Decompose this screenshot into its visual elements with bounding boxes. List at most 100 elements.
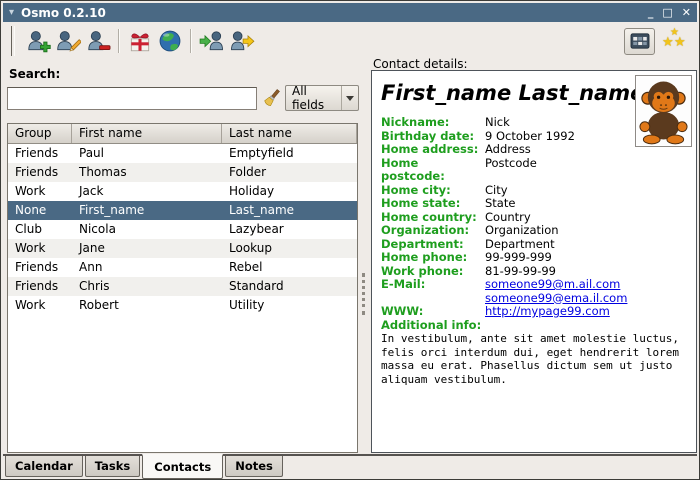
table-row[interactable]: FriendsThomasFolder — [8, 163, 357, 182]
search-input[interactable] — [7, 87, 257, 110]
detail-field-label: Home state: — [381, 197, 485, 211]
table-cell: Nicola — [72, 220, 222, 239]
contacts-table-body: FriendsPaulEmptyfieldFriendsThomasFolder… — [8, 144, 357, 315]
add-contact-button[interactable] — [23, 26, 53, 56]
detail-field-value: Country — [485, 211, 531, 225]
tab-calendar[interactable]: Calendar — [5, 456, 83, 477]
detail-field-label: Birthday date: — [381, 130, 485, 144]
detail-field-label: E-Mail: — [381, 278, 485, 305]
monkey-plush-photo — [637, 77, 690, 145]
chevron-down-icon — [341, 86, 358, 110]
table-cell: Holiday — [222, 182, 357, 201]
globe-icon — [157, 28, 183, 54]
detail-field: Home postcode:Postcode — [381, 157, 687, 184]
table-cell: Thomas — [72, 163, 222, 182]
detail-field-value: someone99@m.ail.comsomeone99@ema.il.com — [485, 278, 627, 305]
pane-splitter-grip[interactable] — [362, 273, 365, 315]
preferences-icon — [629, 32, 651, 50]
detail-field-value: 81-99-99-99 — [485, 265, 556, 279]
tab-contacts[interactable]: Contacts — [142, 454, 223, 479]
table-row[interactable]: FriendsAnnRebel — [8, 258, 357, 277]
remove-contact-button[interactable] — [83, 26, 113, 56]
table-cell: Club — [8, 220, 72, 239]
table-row[interactable]: FriendsChrisStandard — [8, 277, 357, 296]
additional-info-text: In vestibulum, ante sit amet molestie lu… — [381, 332, 687, 386]
column-header[interactable]: Group — [8, 124, 72, 143]
osmo-window: ▾ Osmo 0.2.10 _ □ ✕ — [0, 0, 700, 480]
detail-field: Organization:Organization — [381, 224, 687, 238]
table-cell: Jane — [72, 239, 222, 258]
table-cell: Work — [8, 182, 72, 201]
tab-tasks[interactable]: Tasks — [85, 456, 140, 477]
table-cell: Robert — [72, 296, 222, 315]
column-header[interactable]: First name — [72, 124, 222, 143]
search-mode-value: All fields — [286, 84, 341, 112]
window-menu-icon[interactable]: ▾ — [9, 7, 14, 18]
table-cell: First_name — [72, 201, 222, 220]
about-button[interactable]: ★ ★ ★ — [661, 28, 689, 55]
table-row[interactable]: WorkJaneLookup — [8, 239, 357, 258]
import-contacts-button[interactable] — [197, 26, 227, 56]
detail-field-label: Home city: — [381, 184, 485, 198]
toolbar-separator — [190, 29, 192, 53]
window-title: Osmo 0.2.10 — [21, 6, 106, 20]
table-cell: Emptyfield — [222, 144, 357, 163]
detail-field-label: Organization: — [381, 224, 485, 238]
edit-contact-button[interactable] — [53, 26, 83, 56]
table-cell: Folder — [222, 163, 357, 182]
table-cell: Lazybear — [222, 220, 357, 239]
brush-icon — [262, 89, 281, 108]
toolbar: ★ ★ ★ — [3, 24, 697, 58]
tab-bar: CalendarTasksContactsNotes — [3, 454, 697, 477]
detail-field-label: Work phone: — [381, 265, 485, 279]
detail-field: Home state:State — [381, 197, 687, 211]
table-row[interactable]: WorkJackHoliday — [8, 182, 357, 201]
add-contact-icon — [25, 28, 51, 54]
table-cell: None — [8, 201, 72, 220]
detail-field-label: Home address: — [381, 143, 485, 157]
toolbar-handle[interactable] — [11, 26, 15, 56]
table-row[interactable]: WorkRobertUtility — [8, 296, 357, 315]
contact-link[interactable]: someone99@m.ail.com — [485, 278, 627, 292]
clear-search-button[interactable] — [260, 86, 282, 110]
table-row[interactable]: FriendsPaulEmptyfield — [8, 144, 357, 163]
detail-field-label: Department: — [381, 238, 485, 252]
titlebar[interactable]: ▾ Osmo 0.2.10 _ □ ✕ — [3, 3, 697, 22]
table-cell: Lookup — [222, 239, 357, 258]
import-contacts-icon — [199, 28, 225, 54]
search-mode-select[interactable]: All fields — [285, 85, 359, 111]
detail-field: Work phone:81-99-99-99 — [381, 265, 687, 279]
preferences-button[interactable] — [624, 28, 655, 55]
table-cell: Friends — [8, 144, 72, 163]
contact-link[interactable]: someone99@ema.il.com — [485, 292, 627, 306]
tab-notes[interactable]: Notes — [225, 456, 283, 477]
table-row[interactable]: ClubNicolaLazybear — [8, 220, 357, 239]
detail-field-label: Home phone: — [381, 251, 485, 265]
remove-contact-icon — [85, 28, 111, 54]
column-header[interactable]: Last name — [222, 124, 357, 143]
contact-details-label: Contact details: — [373, 57, 468, 71]
export-contacts-button[interactable] — [227, 26, 257, 56]
table-cell: Friends — [8, 277, 72, 296]
about-stars-icon: ★ — [674, 35, 686, 50]
close-button[interactable]: ✕ — [682, 7, 691, 18]
detail-field-value: 99-999-999 — [485, 251, 552, 265]
detail-field-label: Home country: — [381, 211, 485, 225]
detail-field-value: Address — [485, 143, 531, 157]
table-row[interactable]: NoneFirst_nameLast_name — [8, 201, 357, 220]
contact-link[interactable]: http://mypage99.com — [485, 305, 610, 319]
detail-field-value: Postcode — [485, 157, 537, 184]
birthdays-button[interactable] — [125, 26, 155, 56]
toolbar-separator — [118, 29, 120, 53]
detail-field-value: Department — [485, 238, 555, 252]
table-cell: Paul — [72, 144, 222, 163]
table-cell: Ann — [72, 258, 222, 277]
detail-field-value: City — [485, 184, 508, 198]
minimize-button[interactable]: _ — [648, 7, 654, 18]
detail-field-value: Nick — [485, 116, 510, 130]
detail-field: WWW:http://mypage99.com — [381, 305, 687, 319]
maximize-button[interactable]: □ — [662, 7, 672, 18]
additional-info-label: Additional info: — [381, 319, 687, 333]
table-cell: Friends — [8, 258, 72, 277]
globe-button[interactable] — [155, 26, 185, 56]
